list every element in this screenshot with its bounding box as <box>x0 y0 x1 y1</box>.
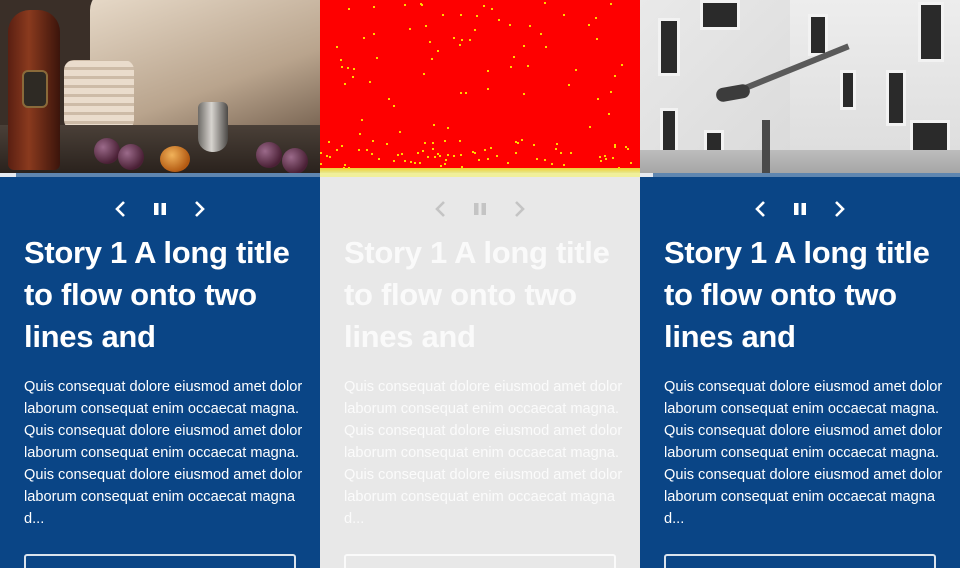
story-read-more-button[interactable] <box>664 554 936 568</box>
story-image-red <box>320 0 640 173</box>
chevron-left-icon[interactable] <box>108 197 132 221</box>
story-card-1: Story 1 A long title to flow onto two li… <box>0 0 320 568</box>
chevron-right-icon[interactable] <box>508 197 532 221</box>
story-title: Story 1 A long title to flow onto two li… <box>344 235 610 354</box>
story-summary: Quis consequat dolore eiusmod amet dolor… <box>664 379 943 527</box>
story-progress-fill <box>0 173 16 177</box>
story-image-still-life <box>0 0 320 173</box>
story-card-3: Story 1 A long title to flow onto two li… <box>640 0 960 568</box>
pause-icon[interactable] <box>788 197 812 221</box>
chevron-right-icon[interactable] <box>188 197 212 221</box>
story-summary: Quis consequat dolore eiusmod amet dolor… <box>344 379 623 527</box>
story-progress-fill <box>640 173 653 177</box>
story-progress-bar <box>320 173 640 177</box>
chevron-right-icon[interactable] <box>828 197 852 221</box>
chevron-left-icon[interactable] <box>748 197 772 221</box>
story-progress-fill <box>320 173 640 177</box>
story-title: Story 1 A long title to flow onto two li… <box>664 235 930 354</box>
chevron-left-icon[interactable] <box>428 197 452 221</box>
story-image-building <box>640 0 960 173</box>
story-controls <box>320 197 640 221</box>
story-controls <box>640 197 960 221</box>
story-card-2: Story 1 A long title to flow onto two li… <box>320 0 640 568</box>
story-summary: Quis consequat dolore eiusmod amet dolor… <box>24 379 303 527</box>
story-carousel-row: Story 1 A long title to flow onto two li… <box>0 0 960 568</box>
story-controls <box>0 197 320 221</box>
pause-icon[interactable] <box>148 197 172 221</box>
story-read-more-button[interactable] <box>24 554 296 568</box>
story-progress-bar <box>640 173 960 177</box>
story-read-more-button[interactable] <box>344 554 616 568</box>
story-title: Story 1 A long title to flow onto two li… <box>24 235 290 354</box>
pause-icon[interactable] <box>468 197 492 221</box>
story-progress-bar <box>0 173 320 177</box>
